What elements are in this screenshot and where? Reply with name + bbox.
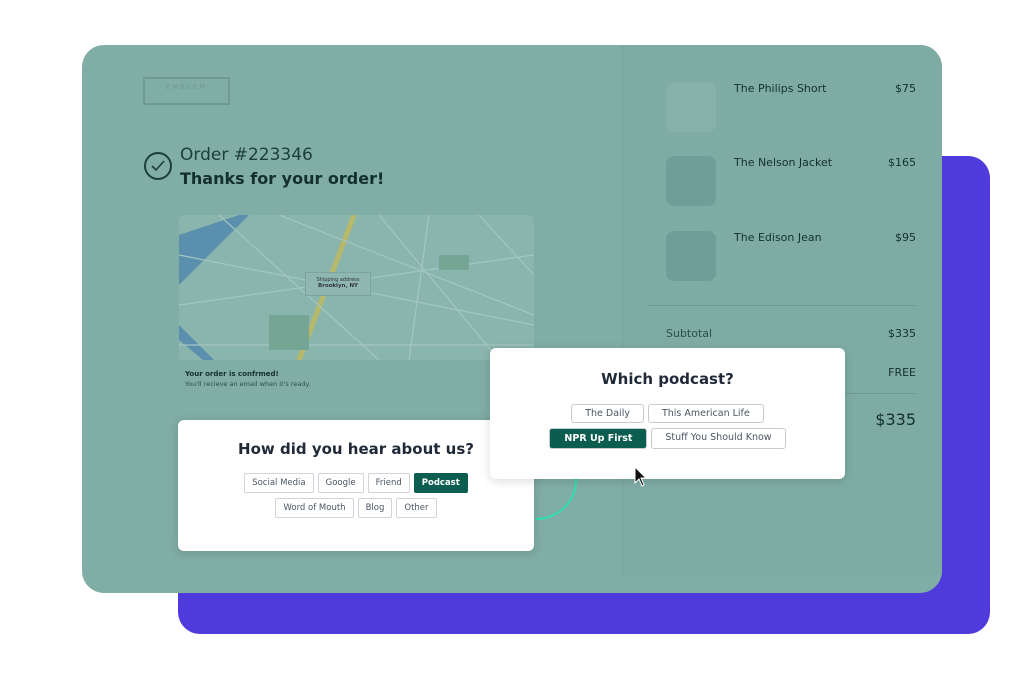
option-blog[interactable]: Blog xyxy=(357,498,393,518)
subtotal-value: $335 xyxy=(888,327,916,340)
option-stuff-you-should-know[interactable]: Stuff You Should Know xyxy=(651,428,786,449)
option-podcast[interactable]: Podcast xyxy=(413,473,468,493)
shipping-map[interactable]: Shipping address Brooklyn, NY Your order … xyxy=(179,215,534,401)
option-google[interactable]: Google xyxy=(317,473,364,493)
product-image-jean xyxy=(666,231,716,281)
item-name: The Philips Short xyxy=(734,82,827,95)
item-name: The Nelson Jacket xyxy=(734,156,833,169)
check-circle-icon xyxy=(144,152,172,180)
address-callout: Shipping address Brooklyn, NY xyxy=(305,272,371,296)
podcast-title: Which podcast? xyxy=(601,370,734,388)
product-image-shorts xyxy=(666,82,716,132)
option-this-american-life[interactable]: This American Life xyxy=(647,404,764,423)
order-number: Order #223346 xyxy=(180,145,313,165)
option-friend[interactable]: Friend xyxy=(367,473,410,493)
option-word-of-mouth[interactable]: Word of Mouth xyxy=(275,498,354,518)
divider xyxy=(648,305,916,306)
podcast-card: Which podcast? The Daily This American L… xyxy=(490,348,845,479)
option-other[interactable]: Other xyxy=(396,498,437,518)
cart-item: The Philips Short $75 xyxy=(666,82,926,132)
item-price: $75 xyxy=(895,82,916,95)
subtotal-label: Subtotal xyxy=(666,327,713,340)
option-social-media[interactable]: Social Media xyxy=(244,473,314,493)
item-price: $165 xyxy=(888,156,916,169)
cart-item: The Nelson Jacket $165 xyxy=(666,156,926,206)
survey-title: How did you hear about us? xyxy=(238,440,474,458)
subtotal-row: Subtotal $335 xyxy=(666,327,916,340)
mouse-cursor-icon xyxy=(634,465,648,492)
shipping-value: FREE xyxy=(888,366,916,379)
option-the-daily[interactable]: The Daily xyxy=(571,404,644,423)
confirmation-title: Your order is confrmed! xyxy=(185,370,279,378)
option-npr-up-first[interactable]: NPR Up First xyxy=(549,428,648,449)
survey-card: How did you hear about us? Social Media … xyxy=(178,420,534,551)
map-image[interactable]: Shipping address Brooklyn, NY xyxy=(179,215,534,365)
total-value: $335 xyxy=(875,410,916,429)
item-price: $95 xyxy=(895,231,916,244)
cart-item: The Edison Jean $95 xyxy=(666,231,926,281)
page-title: Thanks for your order! xyxy=(180,169,385,188)
logo: EMBLEM xyxy=(143,77,230,105)
confirmation-subtitle: You'll recieve an email when it's ready. xyxy=(185,380,311,388)
product-image-jacket xyxy=(666,156,716,206)
confirmation-note: Your order is confrmed! You'll recieve a… xyxy=(179,360,534,401)
item-name: The Edison Jean xyxy=(734,231,822,244)
